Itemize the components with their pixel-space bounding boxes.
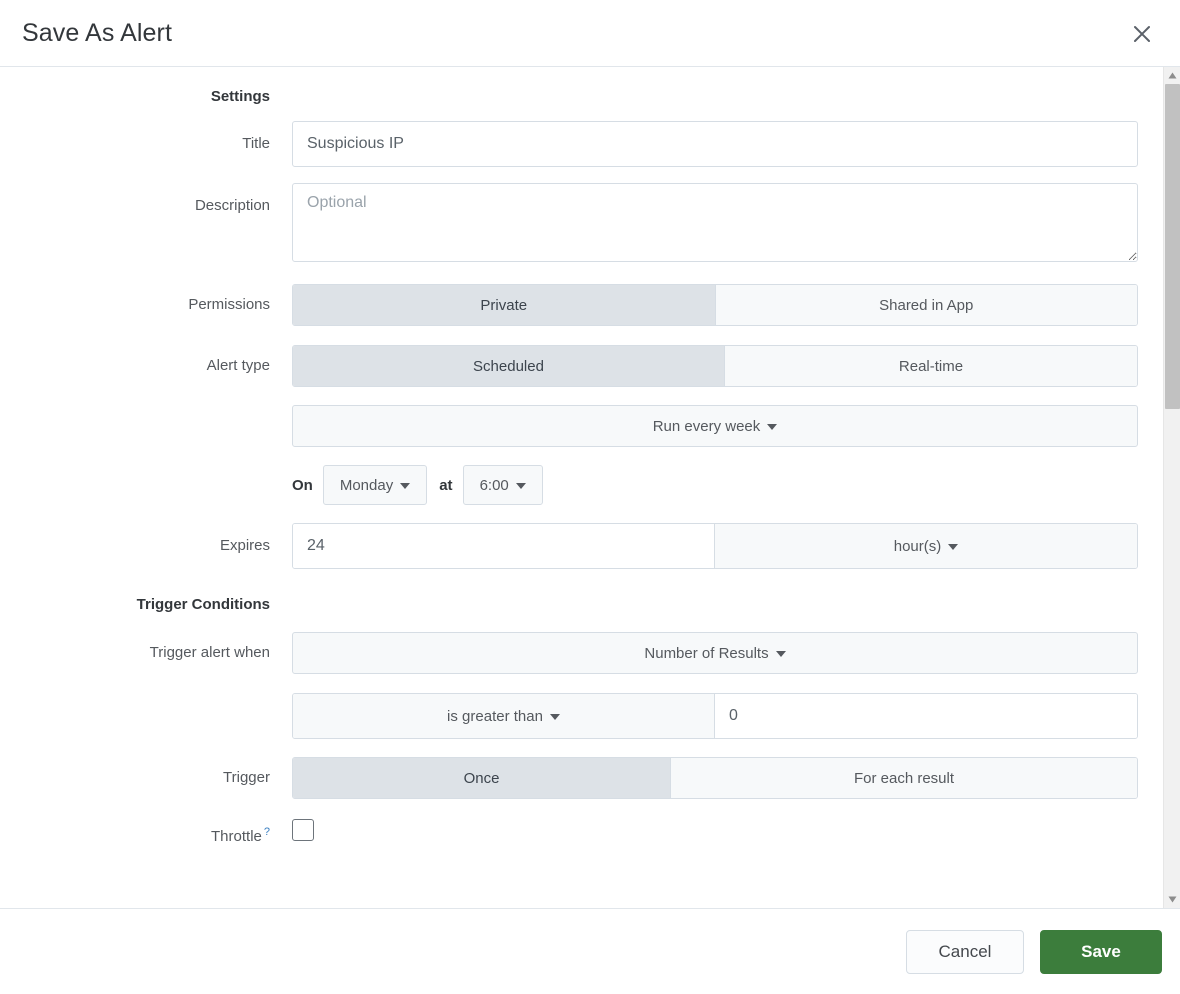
- throttle-label: Throttle: [211, 828, 262, 845]
- description-textarea[interactable]: [292, 183, 1138, 262]
- schedule-frequency-dropdown[interactable]: Run every week: [292, 405, 1138, 447]
- trigger-condition-combo: is greater than: [292, 693, 1138, 739]
- permissions-option-private[interactable]: Private: [293, 285, 716, 325]
- alert-type-option-scheduled[interactable]: Scheduled: [293, 346, 725, 386]
- trigger-option-for-each-result[interactable]: For each result: [671, 758, 1137, 798]
- throttle-row: Throttle?: [0, 819, 1160, 847]
- trigger-option-once[interactable]: Once: [293, 758, 671, 798]
- title-label: Title: [242, 135, 270, 152]
- expires-value-input[interactable]: [293, 524, 715, 568]
- schedule-day-time-row: On Monday at 6:00: [0, 463, 1160, 507]
- description-row: Description: [0, 183, 1160, 267]
- schedule-day-dropdown[interactable]: Monday: [322, 465, 428, 505]
- dialog-header: Save As Alert: [0, 0, 1180, 67]
- title-row: Title: [0, 121, 1160, 167]
- trigger-threshold-input[interactable]: [715, 694, 1137, 738]
- dialog-footer: Cancel Save: [0, 908, 1180, 994]
- alert-type-toggle: Scheduled Real-time: [292, 345, 1138, 387]
- alert-type-label: Alert type: [206, 357, 270, 374]
- permissions-toggle: Private Shared in App: [292, 284, 1138, 326]
- trigger-alert-when-value: Number of Results: [644, 644, 769, 662]
- schedule-time-value: 6:00: [479, 476, 509, 494]
- close-icon[interactable]: [1128, 20, 1156, 48]
- help-icon[interactable]: ?: [264, 826, 270, 838]
- trigger-conditions-heading: Trigger Conditions: [136, 596, 270, 613]
- scrollbar[interactable]: [1163, 67, 1180, 908]
- trigger-condition-row: is greater than: [0, 693, 1160, 739]
- schedule-at-word: at: [439, 476, 453, 494]
- alert-type-option-real-time[interactable]: Real-time: [725, 346, 1137, 386]
- trigger-conditions-section-row: Trigger Conditions: [0, 593, 1160, 615]
- alert-type-row: Alert type Scheduled Real-time: [0, 345, 1160, 387]
- alert-form: Settings Title Description Permissions: [0, 67, 1160, 847]
- trigger-alert-when-dropdown[interactable]: Number of Results: [292, 632, 1138, 674]
- trigger-alert-when-label: Trigger alert when: [149, 644, 270, 661]
- chevron-down-icon: [775, 651, 786, 657]
- settings-heading: Settings: [210, 88, 270, 105]
- schedule-on-word: On: [292, 476, 313, 494]
- trigger-comparator-dropdown[interactable]: is greater than: [293, 694, 715, 738]
- scroll-down-arrow-icon[interactable]: [1164, 891, 1180, 908]
- trigger-label: Trigger: [223, 769, 270, 786]
- expires-row: Expires hour(s): [0, 523, 1160, 569]
- settings-section-row: Settings: [0, 85, 1160, 107]
- save-button[interactable]: Save: [1040, 929, 1162, 974]
- scrollbar-thumb[interactable]: [1165, 84, 1180, 409]
- trigger-alert-when-row: Trigger alert when Number of Results: [0, 632, 1160, 674]
- schedule-frequency-row: Run every week: [0, 405, 1160, 447]
- schedule-day-value: Monday: [339, 476, 394, 494]
- permissions-row: Permissions Private Shared in App: [0, 284, 1160, 326]
- permissions-label: Permissions: [188, 296, 270, 313]
- throttle-checkbox[interactable]: [292, 819, 314, 841]
- throttle-label-wrap: Throttle?: [0, 819, 292, 847]
- trigger-comparator-value: is greater than: [447, 707, 543, 725]
- chevron-down-icon: [515, 483, 526, 489]
- description-label: Description: [194, 197, 270, 214]
- expires-unit-dropdown[interactable]: hour(s): [715, 524, 1137, 568]
- chevron-down-icon: [549, 714, 560, 720]
- expires-label: Expires: [219, 537, 270, 554]
- schedule-time-dropdown[interactable]: 6:00: [462, 465, 543, 505]
- trigger-row: Trigger Once For each result: [0, 757, 1160, 799]
- permissions-option-shared-in-app[interactable]: Shared in App: [715, 285, 1137, 325]
- chevron-down-icon: [767, 424, 778, 430]
- expires-combo: hour(s): [292, 523, 1138, 569]
- expires-unit-value: hour(s): [893, 537, 942, 555]
- trigger-toggle: Once For each result: [292, 757, 1138, 799]
- title-input[interactable]: [292, 121, 1138, 167]
- dialog-body: Settings Title Description Permissions: [0, 67, 1180, 908]
- page-title: Save As Alert: [22, 18, 172, 47]
- cancel-button[interactable]: Cancel: [906, 929, 1024, 974]
- chevron-down-icon: [400, 483, 411, 489]
- save-as-alert-dialog: Save As Alert Settings Title De: [0, 0, 1180, 994]
- scroll-up-arrow-icon[interactable]: [1164, 67, 1180, 84]
- schedule-frequency-value: Run every week: [652, 417, 761, 435]
- chevron-down-icon: [948, 544, 959, 550]
